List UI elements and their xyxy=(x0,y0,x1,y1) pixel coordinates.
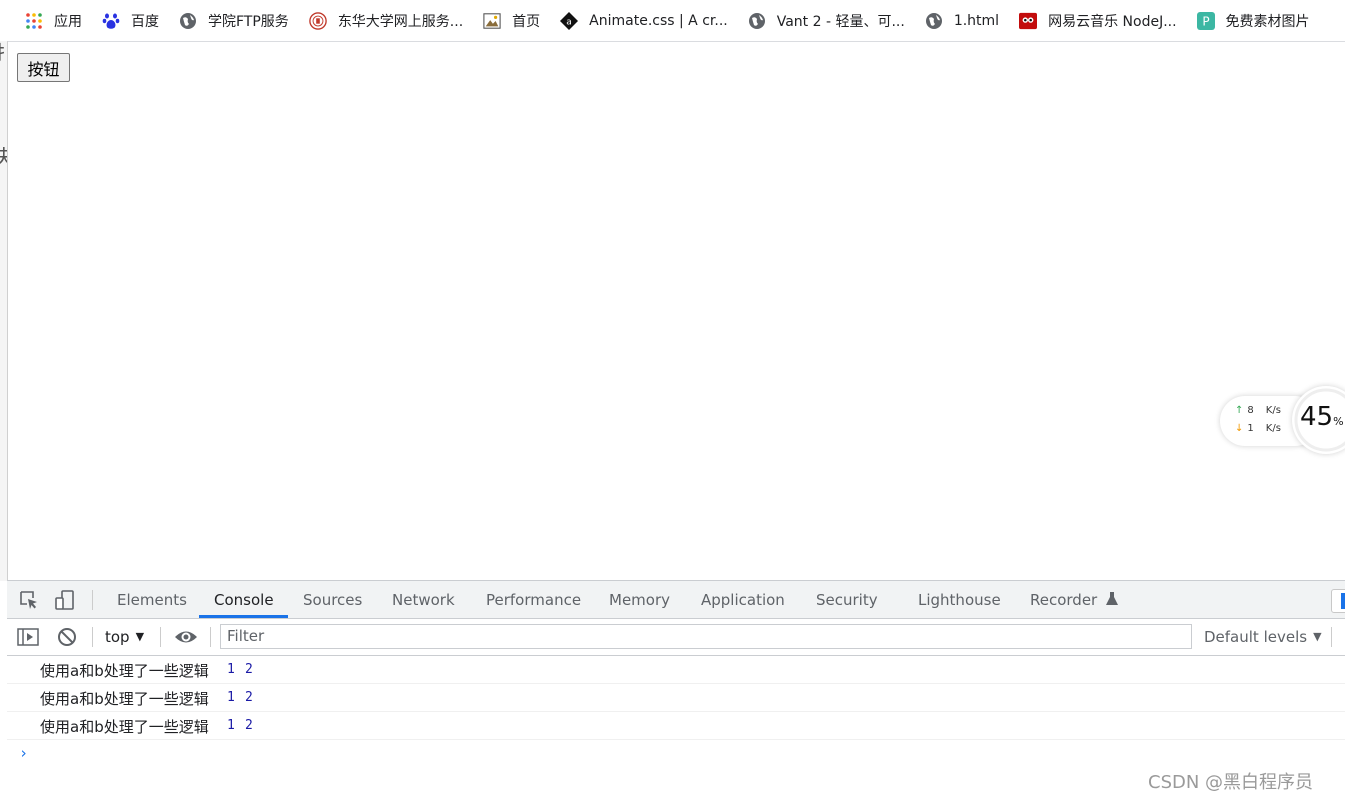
university-seal-icon xyxy=(309,11,327,30)
svg-text:P: P xyxy=(1202,14,1209,28)
toolbar-separator xyxy=(92,590,93,610)
globe-icon xyxy=(179,12,197,30)
console-number: 1 xyxy=(227,718,235,733)
console-message-text: 使用a和b处理了一些逻辑 xyxy=(40,718,209,736)
devtools-tab-bar: Elements Console Sources Network Perform… xyxy=(7,581,1345,619)
bookmark-label: 网易云音乐 NodeJ... xyxy=(1048,13,1177,30)
upload-speed: ↑ 8 K/s xyxy=(1235,405,1281,416)
toolbar-separator xyxy=(92,627,93,647)
inspect-element-icon[interactable] xyxy=(19,590,39,610)
tab-network[interactable]: Network xyxy=(392,581,455,618)
netease-music-icon xyxy=(1019,12,1038,30)
console-output: 使用a和b处理了一些逻辑 1 2 使用a和b处理了一些逻辑 1 2 使用a和b处… xyxy=(7,656,1345,762)
bookmark-apps[interactable]: 应用 xyxy=(25,0,90,41)
tab-elements[interactable]: Elements xyxy=(117,581,187,618)
page-button[interactable]: 按钮 xyxy=(17,53,70,82)
issues-badge-fill xyxy=(1341,593,1345,609)
memory-percent: 45% xyxy=(1300,402,1344,432)
animate-logo-icon: a xyxy=(560,11,579,30)
bookmark-label: 1.html xyxy=(953,12,1000,29)
globe-icon xyxy=(748,12,766,30)
csdn-watermark: CSDN @黑白程序员 xyxy=(1148,772,1314,793)
toolbar-separator xyxy=(210,627,211,647)
tab-performance[interactable]: Performance xyxy=(486,581,581,618)
download-speed: ↓ 1 K/s xyxy=(1235,423,1281,434)
tab-lighthouse[interactable]: Lighthouse xyxy=(918,581,1001,618)
bookmark-label: 应用 xyxy=(54,13,82,30)
material-p-icon: P xyxy=(1196,11,1215,30)
globe-icon xyxy=(925,12,943,30)
bookmark-animate[interactable]: a Animate.css | A cr... xyxy=(560,0,736,41)
clipped-text-fragment: 夬 xyxy=(0,141,7,170)
bookmark-material[interactable]: P 免费素材图片 xyxy=(1196,0,1318,41)
live-expression-eye-icon[interactable] xyxy=(174,627,197,647)
log-levels-dropdown[interactable]: Default levels ▼ xyxy=(1204,628,1322,646)
devtools-panel: Elements Console Sources Network Perform… xyxy=(7,580,1345,800)
bookmark-label: 免费素材图片 xyxy=(1225,13,1310,30)
download-arrow-icon: ↓ xyxy=(1235,423,1244,434)
dropdown-arrow-icon: ▼ xyxy=(135,630,145,643)
toolbar-separator xyxy=(160,627,161,647)
bookmark-vant[interactable]: Vant 2 - 轻量、可... xyxy=(748,0,913,41)
bookmark-ftp[interactable]: 学院FTP服务 xyxy=(179,0,297,41)
bookmarks-bar: 应用 百度 学院FTP服务 东华大学网上服务... 首页 a Animate.c… xyxy=(0,0,1345,42)
issues-badge[interactable] xyxy=(1331,589,1345,613)
console-number: 2 xyxy=(245,690,253,705)
console-prompt-chevron-icon[interactable]: › xyxy=(19,744,28,762)
bookmark-label: Animate.css | A cr... xyxy=(589,12,728,29)
console-toolbar: top▼ Default levels▼ xyxy=(7,619,1345,656)
tab-recorder[interactable]: Recorder xyxy=(1030,581,1119,620)
console-message-text: 使用a和b处理了一些逻辑 xyxy=(40,662,209,680)
console-message-text: 使用a和b处理了一些逻辑 xyxy=(40,690,209,708)
context-selector[interactable]: top ▼ xyxy=(105,628,144,646)
upload-arrow-icon: ↑ xyxy=(1235,405,1244,416)
left-window-edge: 扌 夬 xyxy=(0,41,8,581)
image-icon xyxy=(483,12,501,30)
show-sidebar-icon[interactable] xyxy=(17,627,39,647)
console-message: 使用a和b处理了一些逻辑 1 2 xyxy=(7,684,1345,712)
clear-console-icon[interactable] xyxy=(57,627,77,647)
svg-text:a: a xyxy=(566,17,572,27)
tab-security[interactable]: Security xyxy=(816,581,878,618)
toolbar-separator xyxy=(1331,627,1332,647)
console-filter-input[interactable] xyxy=(221,625,1193,647)
console-number: 2 xyxy=(245,662,253,677)
bookmark-label: 首页 xyxy=(512,13,541,30)
network-speed-widget[interactable]: ↑ 8 K/s ↓ 1 K/s 45% xyxy=(1220,386,1345,454)
console-number: 1 xyxy=(227,662,235,677)
console-message: 使用a和b处理了一些逻辑 1 2 xyxy=(7,712,1345,740)
baidu-paw-icon xyxy=(102,12,120,30)
bookmark-baidu[interactable]: 百度 xyxy=(102,0,167,41)
bookmark-dhu[interactable]: 东华大学网上服务... xyxy=(309,0,471,41)
tab-memory[interactable]: Memory xyxy=(609,581,670,618)
tab-console[interactable]: Console xyxy=(214,581,274,618)
bookmark-label: 学院FTP服务 xyxy=(208,13,289,30)
active-tab-indicator xyxy=(199,615,288,618)
apps-grid-icon xyxy=(25,12,43,30)
console-number: 2 xyxy=(245,718,253,733)
experiment-flask-icon xyxy=(1106,582,1119,620)
dropdown-arrow-icon: ▼ xyxy=(1313,630,1322,643)
console-message: 使用a和b处理了一些逻辑 1 2 xyxy=(7,656,1345,684)
bookmark-netease[interactable]: 网易云音乐 NodeJ... xyxy=(1019,0,1184,41)
bookmark-label: 东华大学网上服务... xyxy=(337,13,464,30)
bookmark-1html[interactable]: 1.html xyxy=(925,0,1007,41)
clipped-text-fragment: 扌 xyxy=(0,41,7,66)
device-toolbar-icon[interactable] xyxy=(55,590,75,610)
console-number: 1 xyxy=(227,690,235,705)
tab-application[interactable]: Application xyxy=(701,581,785,618)
bookmark-label: Vant 2 - 轻量、可... xyxy=(776,13,905,30)
bookmark-label: 百度 xyxy=(131,13,159,30)
bookmark-home[interactable]: 首页 xyxy=(483,0,548,41)
tab-sources[interactable]: Sources xyxy=(303,581,362,618)
filter-box xyxy=(220,624,1193,649)
